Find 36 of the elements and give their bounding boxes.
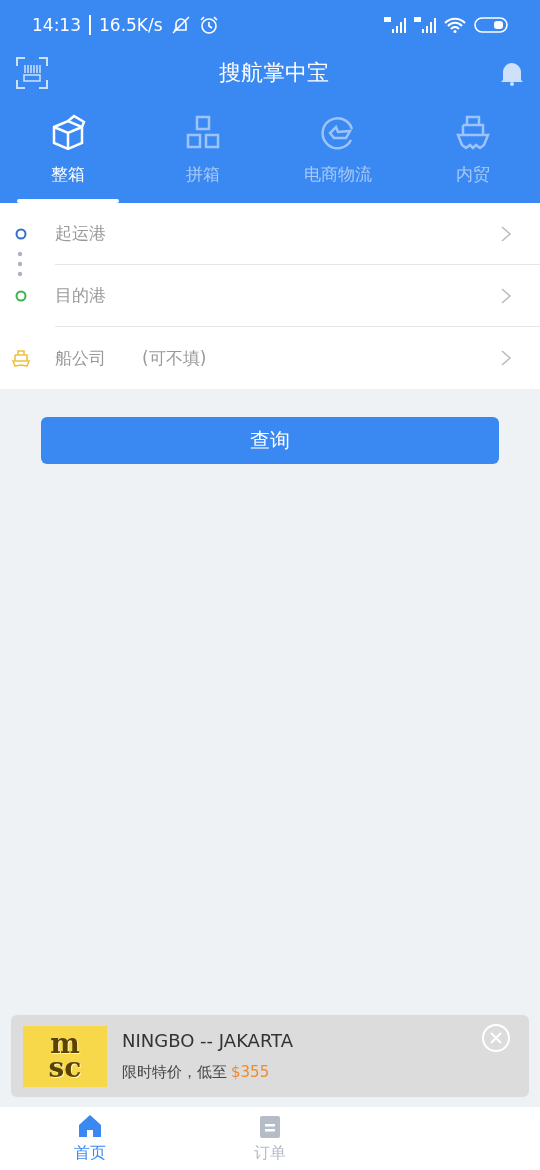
route-title: NINGBO -- JAKARTA — [122, 1030, 294, 1051]
port-field[interactable]: 起运港 — [55, 222, 106, 245]
origin-dot-icon — [13, 227, 28, 241]
port-field[interactable]: 船公司 — [55, 346, 106, 370]
destination-dot-icon — [13, 289, 28, 303]
battery-icon — [474, 17, 508, 33]
carrier-logo: m sc — [23, 1025, 107, 1087]
port-field[interactable]: 目的港 — [55, 284, 106, 307]
wifi-icon — [444, 17, 466, 33]
optional-hint: (可不填) — [142, 346, 207, 370]
chevron-icon — [500, 224, 512, 243]
chevron-icon — [500, 349, 512, 367]
ship-icon — [10, 348, 31, 368]
close-icon[interactable] — [481, 1023, 511, 1053]
nav-tab[interactable]: 订单 — [254, 1143, 286, 1164]
promo-text: 限时特价，低至 $355 — [122, 1063, 271, 1082]
clipboard-icon — [257, 1113, 283, 1139]
category-tab[interactable]: 拼箱 — [185, 163, 220, 185]
category-tab[interactable]: 内贸 — [455, 163, 490, 185]
alarm-icon — [198, 15, 219, 35]
home-icon — [77, 1113, 103, 1139]
signal-icon — [414, 17, 436, 33]
promo-card[interactable]: m sc NINGBO -- JAKARTA 限时特价，低至 $355 — [11, 1015, 529, 1097]
route-dots-icon — [17, 249, 23, 279]
scan-icon[interactable] — [16, 56, 48, 89]
bell-muted-icon — [170, 15, 191, 35]
signal-icon — [384, 17, 406, 33]
app-title: 搜航掌中宝 — [219, 58, 329, 87]
category-tab[interactable]: 电商物流 — [303, 163, 372, 185]
nav-tab[interactable]: 首页 — [74, 1143, 106, 1164]
search-button[interactable]: 查询 — [41, 417, 499, 464]
network-speed: 16.5K/s — [99, 15, 163, 35]
category-tab[interactable]: 整箱 — [50, 163, 85, 185]
chevron-icon — [500, 286, 512, 305]
separator-icon — [89, 15, 91, 35]
status-time: 14:13 — [32, 15, 81, 35]
